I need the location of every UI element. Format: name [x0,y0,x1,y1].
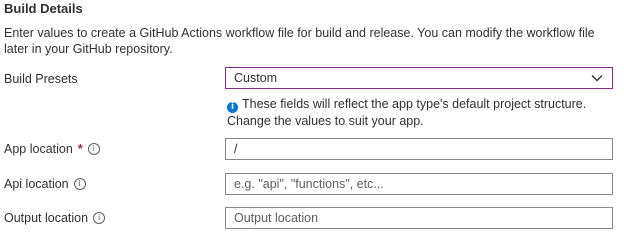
app-location-input[interactable] [225,138,613,160]
build-presets-note-text: These fields will reflect the app type's… [227,97,587,128]
info-circle-icon[interactable]: i [93,212,106,224]
chevron-down-icon [591,75,603,82]
build-presets-dropdown[interactable]: Custom [225,67,613,89]
app-location-label: App location * i [4,142,100,156]
info-circle-icon[interactable]: i [87,143,100,155]
output-location-label: Output location i [4,211,106,225]
build-presets-label: Build Presets [4,72,78,86]
api-location-label: Api location i [4,177,86,191]
api-location-label-text: Api location [4,177,69,191]
build-presets-label-text: Build Presets [4,72,78,86]
required-asterisk: * [77,142,83,156]
app-location-label-text: App location [4,142,73,156]
api-location-input[interactable] [225,173,613,195]
section-description: Enter values to create a GitHub Actions … [4,26,595,56]
build-presets-selected: Custom [234,71,278,85]
output-location-label-text: Output location [4,211,89,225]
output-location-input[interactable] [225,207,613,229]
info-filled-icon: i [227,102,238,113]
build-presets-note: i These fields will reflect the app type'… [227,96,607,129]
section-title: Build Details [4,1,83,16]
info-circle-icon[interactable]: i [73,178,86,190]
